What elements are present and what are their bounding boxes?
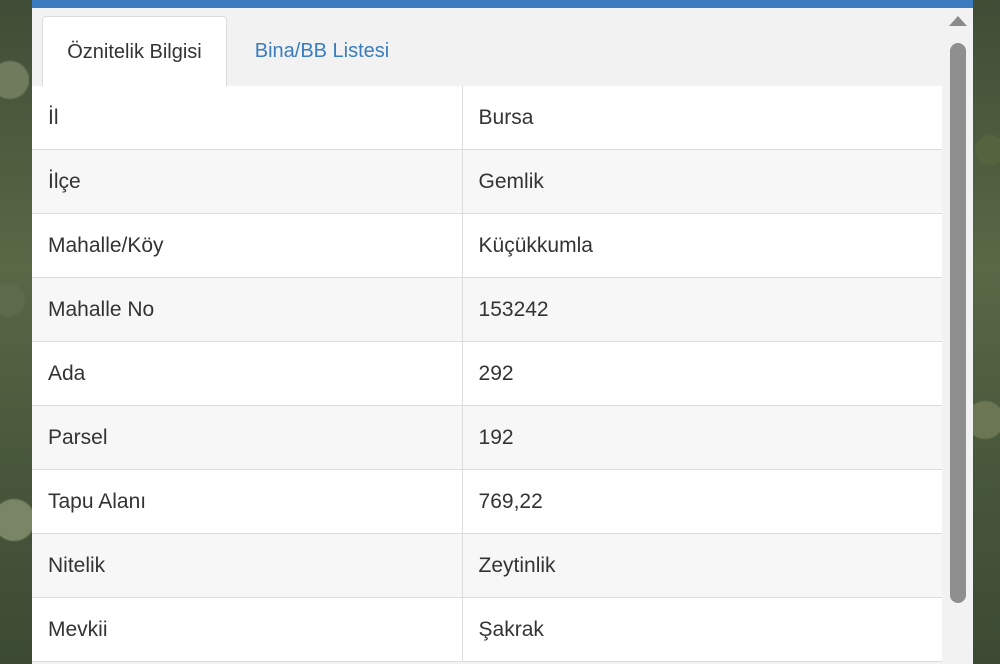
attribute-value: 153242	[478, 297, 549, 321]
table-row: Mahalle No 153242	[32, 278, 942, 342]
attribute-value: 292	[478, 361, 514, 385]
tab-attribute-info[interactable]: Öznitelik Bilgisi	[42, 16, 227, 88]
attribute-table: İl Bursa İlçe Gemlik Mahalle/Köy Küçükku…	[32, 86, 942, 662]
table-row: Parsel 192	[32, 406, 942, 470]
attribute-key: Parsel	[32, 406, 463, 469]
attribute-value: 769,22	[478, 489, 543, 513]
table-row: Mahalle/Köy Küçükkumla	[32, 214, 942, 278]
tab-bar: Öznitelik Bilgisi Bina/BB Listesi	[32, 8, 942, 88]
attribute-key: Tapu Alanı	[32, 470, 463, 533]
attribute-value: Gemlik	[478, 169, 544, 193]
attribute-value: Zeytinlik	[478, 553, 556, 577]
table-row: Ada 292	[32, 342, 942, 406]
tab-building-list[interactable]: Bina/BB Listesi	[232, 16, 412, 86]
table-row: İlçe Gemlik	[32, 150, 942, 214]
attribute-value: 192	[478, 425, 514, 449]
attribute-value: Küçükkumla	[478, 233, 593, 257]
attribute-key: Mevkii	[32, 598, 463, 661]
vertical-scrollbar[interactable]	[944, 8, 973, 664]
table-row: Tapu Alanı 769,22	[32, 470, 942, 534]
table-row: Mevkii Şakrak	[32, 598, 942, 662]
attribute-key: Nitelik	[32, 534, 463, 597]
attribute-key: Ada	[32, 342, 463, 405]
attribute-key: İlçe	[32, 150, 463, 213]
table-row: İl Bursa	[32, 86, 942, 150]
panel-header-bar	[32, 0, 973, 8]
attribute-value: Bursa	[478, 105, 534, 129]
scroll-up-arrow-icon[interactable]	[949, 16, 967, 26]
attribute-info-panel: Öznitelik Bilgisi Bina/BB Listesi İl Bur…	[32, 0, 973, 664]
attribute-key: İl	[32, 86, 463, 149]
attribute-key: Mahalle No	[32, 278, 463, 341]
table-row: Nitelik Zeytinlik	[32, 534, 942, 598]
scrollbar-thumb[interactable]	[950, 43, 966, 603]
attribute-key: Mahalle/Köy	[32, 214, 463, 277]
attribute-value: Şakrak	[478, 617, 544, 641]
